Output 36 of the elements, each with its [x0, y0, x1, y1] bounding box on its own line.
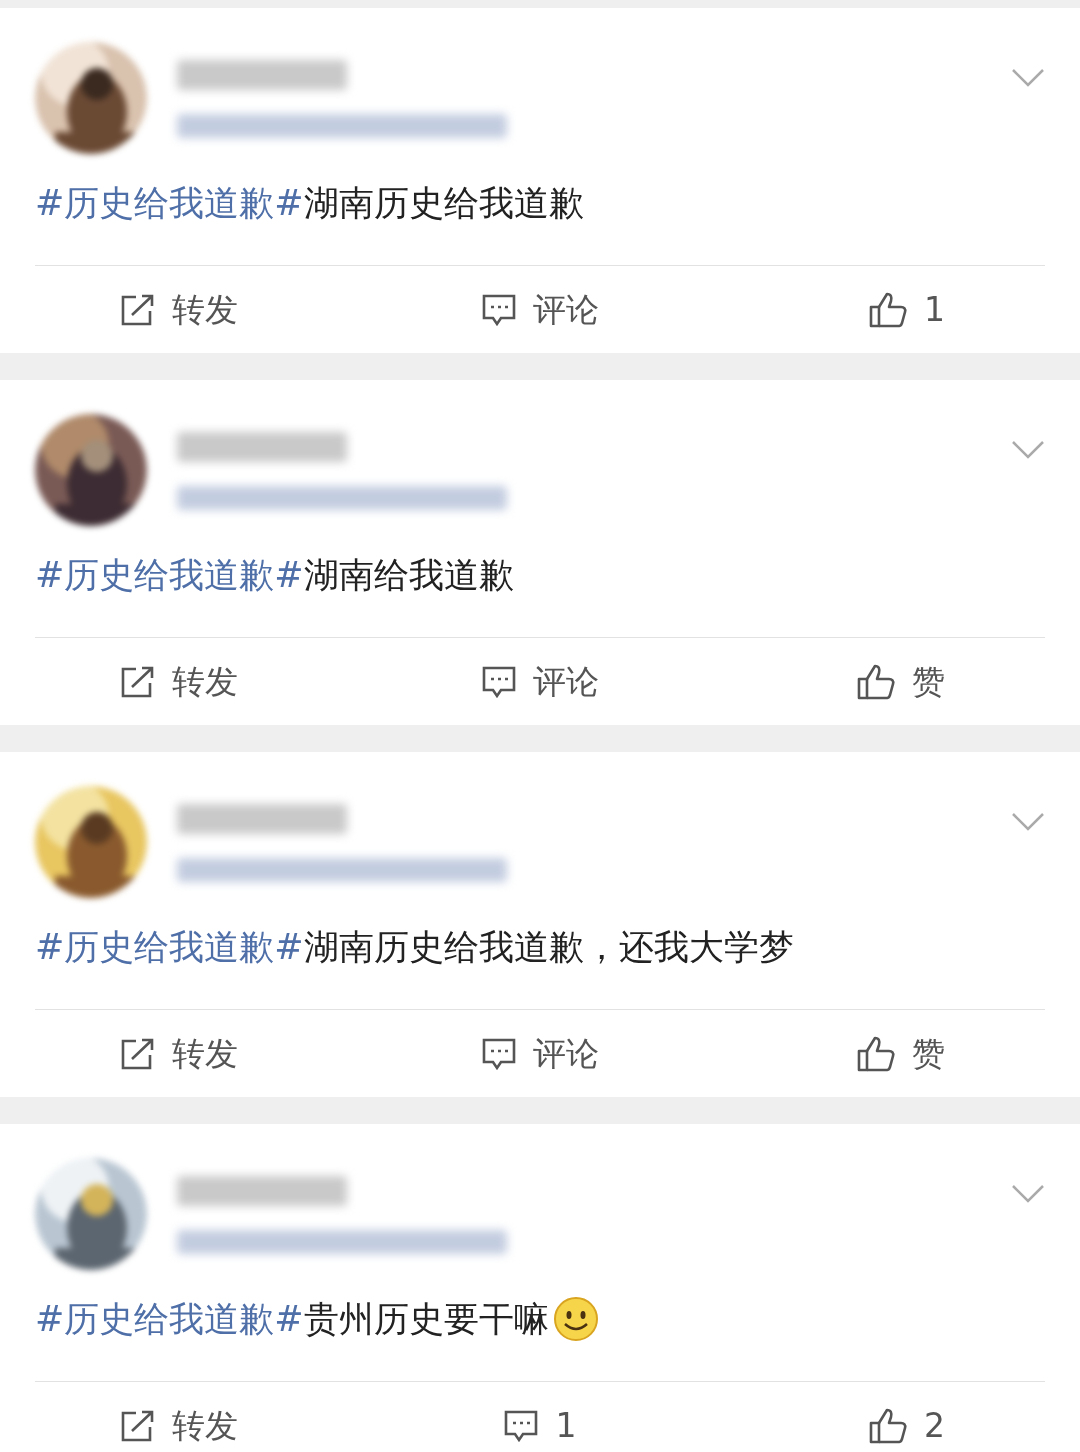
thumbs-up-icon	[868, 290, 908, 329]
hashtag-link[interactable]: #历史给我道歉#	[35, 185, 304, 221]
hashtag-link[interactable]: #历史给我道歉#	[35, 1301, 304, 1337]
hashtag-link[interactable]: #历史给我道歉#	[35, 929, 304, 965]
share-icon	[120, 664, 156, 699]
repost-button[interactable]: 转发	[35, 1382, 372, 1452]
post-text: 湖南历史给我道歉，还我大学梦	[303, 929, 794, 965]
share-icon	[120, 1408, 156, 1443]
post-text: 湖南历史给我道歉	[303, 185, 584, 221]
like-button[interactable]: 2	[708, 1382, 1045, 1452]
share-icon	[120, 1036, 156, 1071]
like-button[interactable]: 赞	[708, 638, 1045, 725]
like-button[interactable]: 赞	[708, 1010, 1045, 1097]
comment-button[interactable]: 评论	[371, 1010, 709, 1097]
post-text: 贵州历史要干嘛	[303, 1301, 549, 1337]
comment-icon	[503, 1408, 540, 1443]
comment-icon	[481, 292, 517, 327]
like-button[interactable]: 1	[708, 266, 1045, 353]
chevron-down-icon[interactable]	[1011, 68, 1045, 88]
chevron-down-icon[interactable]	[1011, 1184, 1045, 1204]
post-text: 湖南给我道歉	[303, 557, 514, 593]
thumbs-up-icon	[868, 1406, 908, 1445]
comment-button[interactable]: 1	[371, 1382, 709, 1452]
chevron-down-icon[interactable]	[1011, 440, 1045, 460]
comment-icon	[481, 664, 517, 699]
repost-button[interactable]: 转发	[35, 266, 372, 353]
comment-icon	[481, 1036, 517, 1071]
chevron-down-icon[interactable]	[1011, 812, 1045, 832]
comment-button[interactable]: 评论	[371, 266, 709, 353]
repost-button[interactable]: 转发	[35, 638, 372, 725]
share-icon	[120, 292, 156, 327]
thumbs-up-icon	[856, 662, 896, 701]
repost-button[interactable]: 转发	[35, 1010, 372, 1097]
hashtag-link[interactable]: #历史给我道歉#	[35, 557, 304, 593]
thumbs-up-icon	[856, 1034, 896, 1073]
comment-button[interactable]: 评论	[371, 638, 709, 725]
